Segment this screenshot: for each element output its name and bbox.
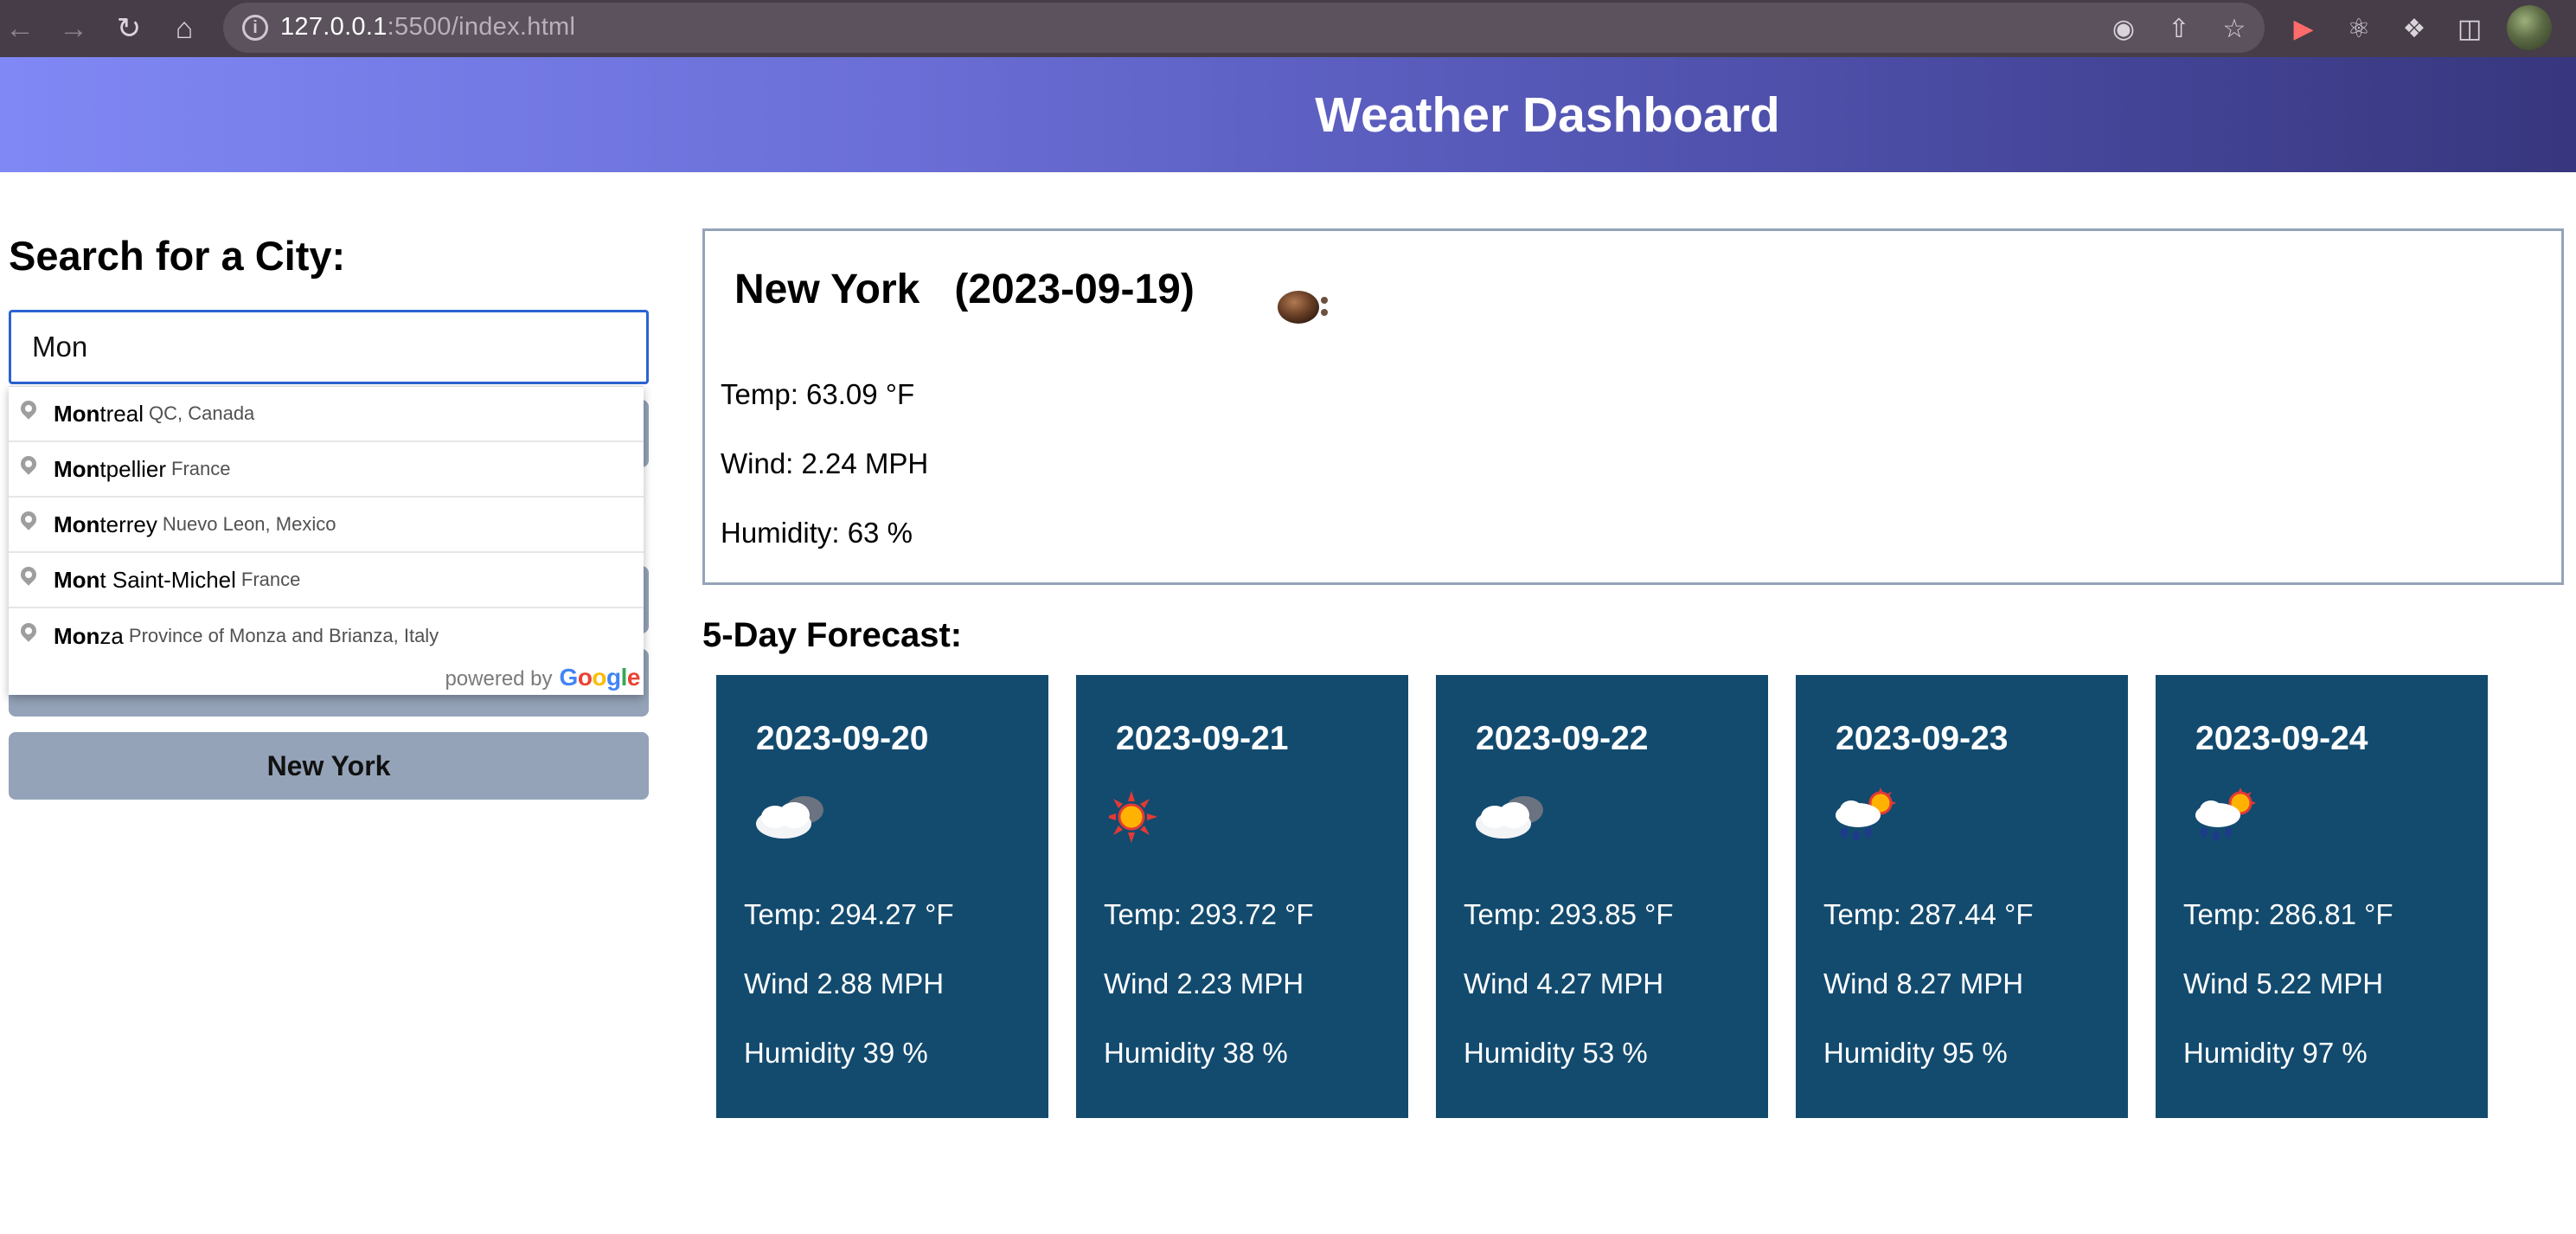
city-search-input[interactable] [9, 310, 649, 384]
forecast-card: 2023-09-21 Temp: 293.72 °F Wind 2.23 MPH… [1076, 675, 1408, 1118]
autocomplete-match: Mon [54, 622, 100, 649]
autocomplete-rest: treal [99, 400, 144, 427]
autocomplete-item[interactable]: Mon tpellier France [9, 442, 644, 498]
autocomplete-secondary: QC, Canada [149, 402, 255, 424]
page-title: Weather Dashboard [1315, 87, 1780, 143]
browser-toolbar: ← → ↻ ⌂ i 127.0.0.1:5500/index.html ◉ ⇧ … [0, 0, 2576, 57]
mist-icon [1278, 291, 1328, 324]
forecast-temp: Temp: 294.27 °F [744, 898, 954, 930]
forecast-date: 2023-09-23 [1836, 720, 2009, 757]
autocomplete-secondary: France [240, 569, 301, 590]
current-weather-heading: New York (2023-09-19) [734, 266, 1195, 313]
bookmark-star-icon[interactable]: ☆ [2214, 9, 2254, 48]
forecast-card: 2023-09-24 Temp: 286.81 °F Wind 5.22 MPH… [2156, 675, 2488, 1118]
forecast-humidity: Humidity 97 % [2183, 1037, 2368, 1069]
forecast-temp: Temp: 287.44 °F [1823, 898, 2034, 930]
autocomplete-item[interactable]: Mon terrey Nuevo Leon, Mexico [9, 498, 644, 553]
forecast-wind: Wind 4.27 MPH [1464, 967, 1664, 999]
autocomplete-match: Mon [54, 400, 100, 427]
autocomplete-item[interactable]: Mon za Province of Monza and Brianza, Ita… [9, 608, 644, 664]
autocomplete-rest: za [99, 622, 124, 649]
url-text: 127.0.0.1:5500/index.html [280, 13, 575, 42]
current-city: New York [734, 267, 920, 312]
url-path: :5500/index.html [387, 13, 576, 41]
forecast-card: 2023-09-20 Temp: 294.27 °F Wind 2.88 MPH… [716, 675, 1048, 1118]
current-wind: Wind: 2.24 MPH [721, 447, 929, 479]
page-header: Weather Dashboard [0, 57, 2576, 172]
current-humidity: Humidity: 63 % [721, 517, 913, 549]
react-devtools-icon[interactable]: ⚛ [2339, 9, 2379, 48]
forecast-humidity: Humidity 39 % [744, 1037, 928, 1069]
reload-icon[interactable]: ↻ [109, 9, 149, 48]
autocomplete-item[interactable]: Mon treal QC, Canada [9, 387, 644, 442]
location-pin-icon [19, 401, 38, 427]
current-date: (2023-09-19) [954, 267, 1195, 312]
powered-by-google: powered by Google [445, 664, 640, 691]
autocomplete-rest: terrey [99, 511, 157, 537]
forecast-wind: Wind 2.23 MPH [1104, 967, 1304, 999]
cloudy-icon [756, 796, 823, 839]
powered-by-text: powered by [445, 667, 553, 691]
autocomplete-rest: tpellier [99, 455, 167, 482]
cloudy-icon [1476, 796, 1543, 839]
forecast-wind: Wind 5.22 MPH [2183, 967, 2384, 999]
forward-icon[interactable]: → [54, 9, 93, 48]
location-pin-icon [19, 456, 38, 482]
forecast-title: 5-Day Forecast: [702, 616, 963, 654]
search-title: Search for a City: [9, 233, 346, 279]
autocomplete-rest: t Saint-Michel [99, 566, 236, 593]
address-bar[interactable]: i 127.0.0.1:5500/index.html [223, 3, 2265, 53]
rain-sun-icon [2195, 787, 2256, 841]
forecast-date: 2023-09-20 [756, 720, 929, 757]
google-logo: Google [559, 664, 641, 691]
autocomplete-secondary: Nuevo Leon, Mexico [162, 513, 336, 535]
history-button-new-york[interactable]: New York [9, 732, 649, 800]
location-pin-icon [19, 623, 38, 649]
side-panel-icon[interactable]: ◫ [2450, 9, 2489, 48]
back-icon[interactable]: ← [0, 9, 40, 48]
profile-avatar[interactable] [2507, 5, 2552, 50]
autocomplete-secondary: Province of Monza and Brianza, Italy [128, 625, 439, 646]
current-temp: Temp: 63.09 °F [721, 378, 915, 410]
site-info-icon[interactable]: i [242, 15, 268, 41]
autocomplete-dropdown: Mon treal QC, Canada Mon tpellier France M… [9, 386, 644, 695]
autocomplete-match: Mon [54, 511, 100, 537]
forecast-humidity: Humidity 95 % [1823, 1037, 2008, 1069]
forecast-card: 2023-09-22 Temp: 293.85 °F Wind 4.27 MPH… [1436, 675, 1768, 1118]
autocomplete-item[interactable]: Mon t Saint-Michel France [9, 553, 644, 608]
url-host: 127.0.0.1 [280, 13, 388, 41]
forecast-temp: Temp: 286.81 °F [2183, 898, 2393, 930]
forecast-humidity: Humidity 38 % [1104, 1037, 1288, 1069]
location-icon[interactable]: ◉ [2104, 9, 2143, 48]
forecast-temp: Temp: 293.85 °F [1464, 898, 1674, 930]
forecast-temp: Temp: 293.72 °F [1104, 898, 1314, 930]
autocomplete-match: Mon [54, 566, 100, 593]
forecast-date: 2023-09-24 [2195, 720, 2368, 757]
sun-icon [1109, 791, 1157, 843]
location-pin-icon [19, 511, 38, 537]
forecast-wind: Wind 8.27 MPH [1823, 967, 2024, 999]
autocomplete-match: Mon [54, 455, 100, 482]
home-icon[interactable]: ⌂ [164, 9, 204, 48]
forecast-date: 2023-09-21 [1116, 720, 1289, 757]
forecast-card: 2023-09-23 Temp: 287.44 °F Wind 8.27 MPH… [1796, 675, 2128, 1118]
extension-record-icon[interactable]: ▶ [2284, 9, 2323, 48]
rain-sun-icon [1836, 787, 1896, 841]
autocomplete-secondary: France [171, 458, 231, 479]
forecast-wind: Wind 2.88 MPH [744, 967, 945, 999]
share-icon[interactable]: ⇧ [2159, 9, 2199, 48]
forecast-humidity: Humidity 53 % [1464, 1037, 1648, 1069]
forecast-date: 2023-09-22 [1476, 720, 1649, 757]
location-pin-icon [19, 567, 38, 593]
current-weather-card: New York (2023-09-19) Temp: 63.09 °F Win… [702, 228, 2564, 585]
extensions-puzzle-icon[interactable]: ❖ [2394, 9, 2434, 48]
